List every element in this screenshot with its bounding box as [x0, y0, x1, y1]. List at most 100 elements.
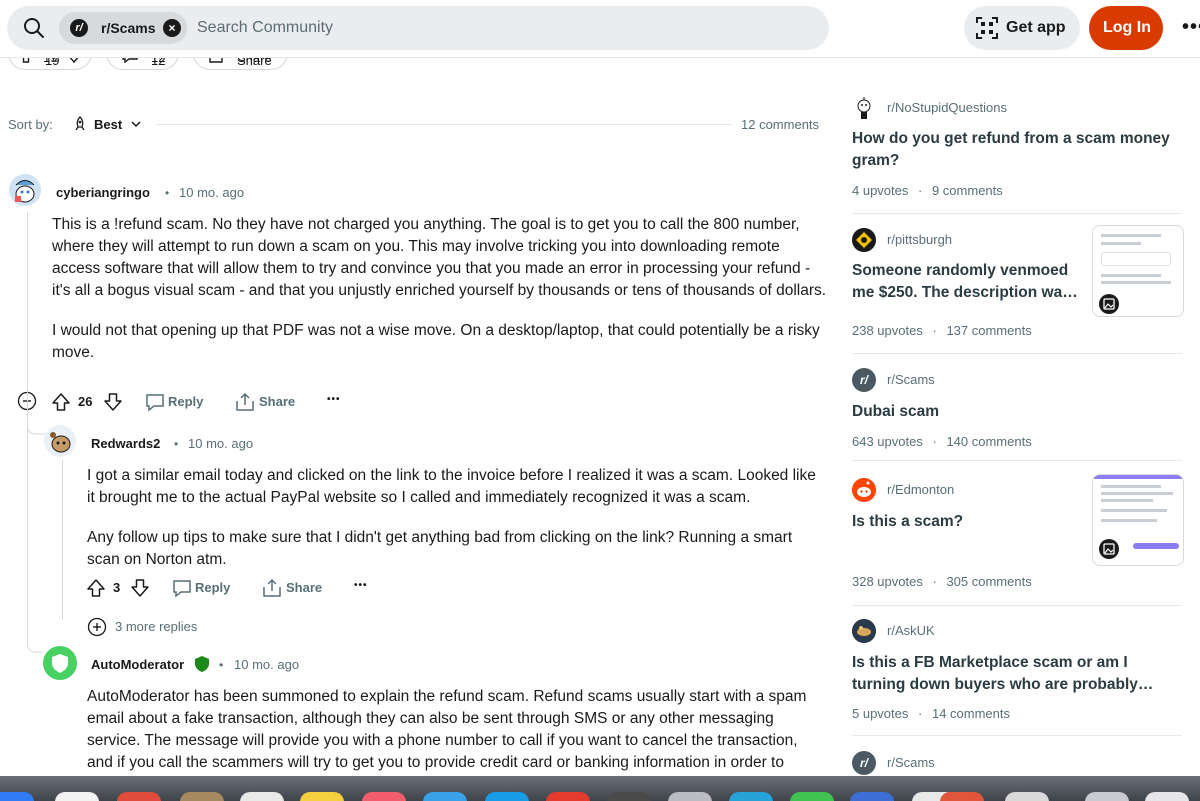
finder-icon[interactable] — [0, 792, 34, 801]
upvote-icon[interactable] — [50, 391, 72, 413]
avatar[interactable] — [9, 174, 41, 206]
comment-timestamp[interactable]: 10 mo. ago — [188, 436, 253, 451]
separator-dot: • — [174, 437, 179, 451]
sort-by-label: Sort by: — [8, 117, 53, 132]
sort-dropdown[interactable]: Best — [94, 117, 122, 132]
downvote-icon[interactable] — [102, 391, 124, 413]
moderator-shield-icon — [52, 654, 68, 673]
upvote-count: 5 upvotes — [852, 706, 909, 721]
downvote-icon[interactable] — [67, 58, 81, 63]
post-share-pill[interactable]: Share — [193, 58, 288, 70]
comment-timestamp[interactable]: 10 mo. ago — [234, 657, 299, 672]
clear-filter-icon[interactable]: × — [163, 19, 181, 37]
photos-icon[interactable] — [55, 792, 99, 801]
search-icon[interactable] — [22, 16, 46, 40]
related-post-title[interactable]: How do you get refund from a scam money … — [852, 128, 1187, 172]
comment-paragraph: I got a similar email today and clicked … — [87, 467, 816, 506]
thread-line[interactable] — [27, 212, 28, 392]
subreddit-name[interactable]: r/Scams — [887, 372, 935, 387]
related-post[interactable]: r/AskUK Is this a FB Marketplace scam or… — [852, 619, 1187, 724]
related-post-title[interactable]: Dubai scam — [852, 401, 1187, 423]
divider — [852, 735, 1182, 736]
subreddit-icon: r/ — [852, 751, 876, 775]
related-post[interactable]: r/pittsburgh Someone randomly venmoed me… — [852, 225, 1187, 343]
upvote-icon[interactable] — [19, 58, 33, 63]
share-icon — [209, 58, 223, 63]
search-input[interactable]: Search Community — [197, 19, 333, 37]
comment-paragraph: This is a !refund scam. No they have not… — [52, 216, 827, 299]
downvote-icon[interactable] — [129, 577, 151, 599]
calendar-icon[interactable] — [117, 792, 161, 801]
notes-app-icon[interactable] — [180, 792, 224, 801]
app-icon[interactable] — [240, 792, 284, 801]
post-thumbnail[interactable] — [1092, 474, 1184, 566]
subreddit-filter-chip[interactable]: r/ r/Scams × — [59, 12, 187, 44]
log-in-button[interactable]: Log In — [1089, 6, 1163, 50]
app-icon[interactable] — [850, 792, 894, 801]
upvote-icon[interactable] — [85, 577, 107, 599]
macos-dock — [0, 776, 1200, 801]
comment-author[interactable]: AutoModerator — [91, 657, 184, 672]
app-icon[interactable] — [1005, 792, 1049, 801]
upvote-count: 238 upvotes — [852, 323, 923, 338]
get-app-button[interactable]: Get app — [964, 6, 1080, 50]
separator-dot: · — [918, 706, 923, 721]
thread-connector — [27, 392, 43, 653]
music-icon[interactable] — [362, 792, 406, 801]
separator-dot: · — [932, 323, 937, 338]
app-icon[interactable] — [729, 792, 773, 801]
post-actions-peek: 19 12 Share — [0, 58, 300, 76]
post-thumbnail[interactable] — [1092, 225, 1184, 317]
app-icon[interactable] — [607, 792, 651, 801]
app-icon[interactable] — [546, 792, 590, 801]
comment-body: AutoModerator has been summoned to expla… — [87, 686, 827, 774]
app-icon[interactable] — [1145, 792, 1189, 801]
related-post[interactable]: r/Edmonton Is this a scam? 328 upvotes ·… — [852, 474, 1187, 593]
related-post[interactable]: r/ r/Scams Dubai scam 643 upvotes · 140 … — [852, 368, 1187, 449]
app-icon[interactable] — [423, 792, 467, 801]
post-vote-pill[interactable]: 19 — [8, 58, 92, 70]
app-icon[interactable] — [940, 792, 984, 801]
share-icon — [263, 578, 281, 597]
share-label: Share — [286, 580, 323, 595]
app-icon[interactable] — [1085, 792, 1129, 801]
search-bar[interactable]: r/ r/Scams × Search Community — [7, 6, 829, 50]
subreddit-name[interactable]: r/NoStupidQuestions — [887, 100, 1007, 115]
upvote-count: 4 upvotes — [852, 183, 909, 198]
related-post-title[interactable]: Someone randomly venmoed me $250. The de… — [852, 260, 1084, 304]
post-comments-pill[interactable]: 12 — [106, 58, 179, 70]
related-post-title[interactable]: Is this a scam? — [852, 511, 1084, 533]
subreddit-icon — [852, 228, 876, 252]
subreddit-name[interactable]: r/AskUK — [887, 623, 935, 638]
related-post-title[interactable]: Is this a FB Marketplace scam or am I tu… — [852, 652, 1172, 696]
comment-author[interactable]: Redwards2 — [91, 436, 160, 451]
stickies-icon[interactable] — [300, 792, 344, 801]
comment-timestamp[interactable]: 10 mo. ago — [179, 185, 244, 200]
more-options-icon[interactable]: ••• — [354, 580, 368, 591]
comment-paragraph: AutoModerator has been summoned to expla… — [87, 688, 807, 771]
subreddit-name[interactable]: r/Scams — [887, 755, 935, 770]
chevron-down-icon[interactable] — [130, 118, 142, 130]
upvote-count: 328 upvotes — [852, 574, 923, 589]
reply-label: Reply — [195, 580, 231, 595]
log-in-label: Log In — [1103, 19, 1151, 36]
more-menu-icon[interactable]: ••• — [1182, 16, 1200, 39]
subreddit-name[interactable]: r/pittsburgh — [887, 232, 952, 247]
subreddit-name[interactable]: r/Edmonton — [887, 482, 954, 497]
divider — [156, 124, 732, 125]
reply-button[interactable]: Reply — [144, 391, 214, 415]
related-post[interactable]: r/NoStupidQuestions How do you get refun… — [852, 96, 1187, 206]
avatar[interactable] — [44, 425, 76, 457]
share-button[interactable]: Share — [261, 577, 331, 601]
reply-button[interactable]: Reply — [171, 577, 241, 601]
subreddit-icon — [852, 96, 876, 120]
share-button[interactable]: Share — [234, 391, 304, 415]
thread-line[interactable] — [62, 460, 63, 620]
app-icon[interactable] — [668, 792, 712, 801]
more-options-icon[interactable]: ••• — [327, 394, 341, 405]
whatsapp-icon[interactable] — [790, 792, 834, 801]
comment-author[interactable]: cyberiangringo — [56, 185, 150, 200]
app-icon[interactable] — [485, 792, 529, 801]
avatar[interactable] — [43, 646, 77, 680]
related-post[interactable]: r/ r/Scams — [852, 751, 1187, 775]
